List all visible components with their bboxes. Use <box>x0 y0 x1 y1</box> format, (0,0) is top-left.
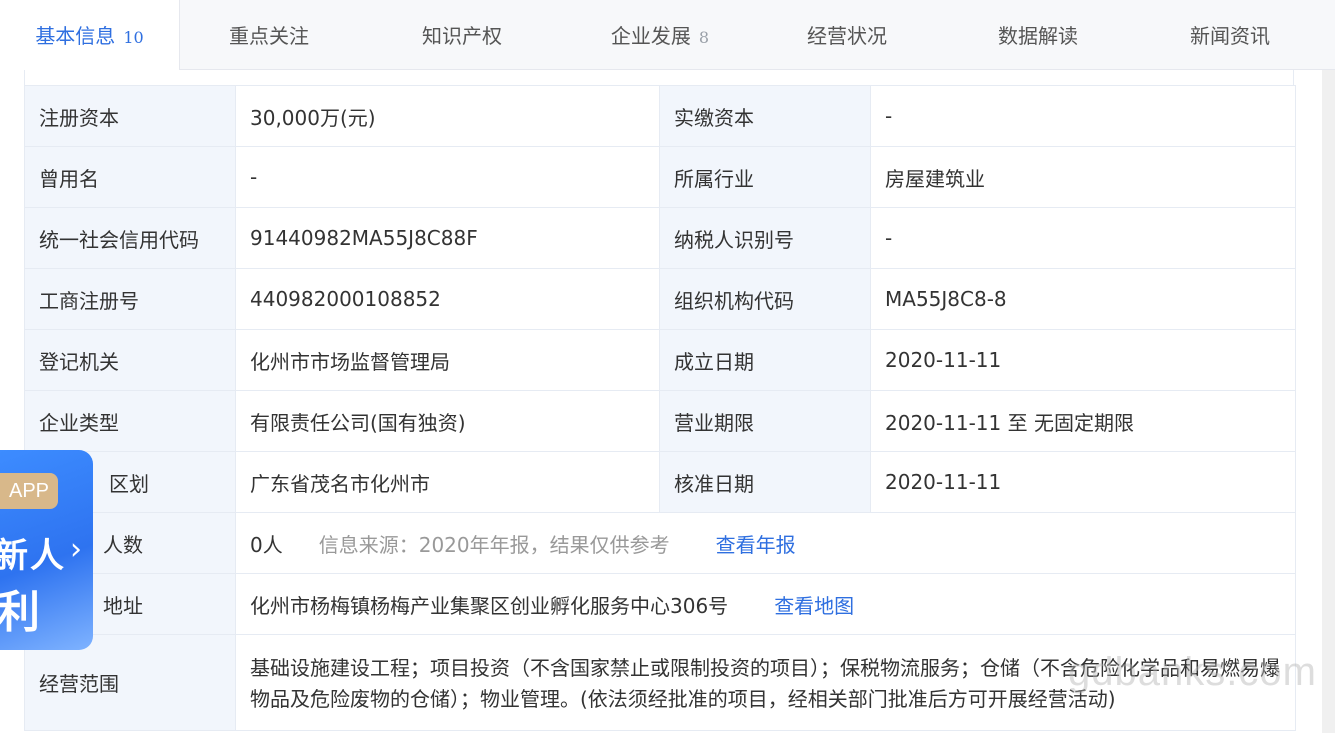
former-name-label: 曾用名 <box>24 146 236 208</box>
table-row: 登记机关 化州市市场监督管理局 成立日期 2020-11-11 <box>24 329 1296 391</box>
approve-value: 2020-11-11 <box>870 451 1296 513</box>
address-cell: 化州市杨梅镇杨梅产业集聚区创业孵化服务中心306号 查看地图 <box>235 573 1296 635</box>
scrollbar[interactable] <box>1322 70 1335 733</box>
table-row: 人数 0人 信息来源：2020年年报，结果仅供参考 查看年报 <box>24 512 1296 574</box>
tab-label: 经营状况 <box>807 24 887 48</box>
table-row: 曾用名 - 所属行业 房屋建筑业 <box>24 146 1296 208</box>
credit-code-value: 91440982MA55J8C88F <box>235 207 660 269</box>
approve-label: 核准日期 <box>659 451 871 513</box>
paid-capital-label: 实缴资本 <box>659 85 871 147</box>
term-value: 2020-11-11 至 无固定期限 <box>870 390 1296 452</box>
tab-intellectual-property[interactable]: 知识产权 <box>367 0 557 70</box>
tab-label: 重点关注 <box>229 24 309 48</box>
table-row: 统一社会信用代码 91440982MA55J8C88F 纳税人识别号 - <box>24 207 1296 269</box>
founded-value: 2020-11-11 <box>870 329 1296 391</box>
tab-label: 企业发展 <box>610 24 691 48</box>
table-row: 区划 广东省茂名市化州市 核准日期 2020-11-11 <box>24 451 1296 513</box>
tab-bar: 基本信息 10 重点关注 知识产权 企业发展 8 经营状况 数据解读 新闻资讯 <box>0 0 1335 71</box>
app-badge: APP <box>0 473 58 509</box>
tab-basic-info[interactable]: 基本信息 10 <box>0 0 180 71</box>
credit-code-label: 统一社会信用代码 <box>24 207 236 269</box>
taxpayer-label: 纳税人识别号 <box>659 207 871 269</box>
type-label: 企业类型 <box>24 390 236 452</box>
tab-label: 知识产权 <box>422 24 502 48</box>
term-label: 营业期限 <box>659 390 871 452</box>
reg-capital-label: 注册资本 <box>24 85 236 147</box>
org-code-value: MA55J8C8-8 <box>870 268 1296 330</box>
staff-cell: 0人 信息来源：2020年年报，结果仅供参考 查看年报 <box>235 512 1296 574</box>
promo-line-2: 利 <box>0 587 40 638</box>
former-name-value: - <box>235 146 660 208</box>
tab-development[interactable]: 企业发展 8 <box>565 0 755 70</box>
biz-reg-label: 工商注册号 <box>24 268 236 330</box>
chevron-right-icon: › <box>70 532 82 567</box>
table-row: 地址 化州市杨梅镇杨梅产业集聚区创业孵化服务中心306号 查看地图 <box>24 573 1296 635</box>
tab-data-analysis[interactable]: 数据解读 <box>943 0 1133 70</box>
address-value: 化州市杨梅镇杨梅产业集聚区创业孵化服务中心306号 <box>250 593 729 618</box>
table-row: 注册资本 30,000万(元) 实缴资本 - <box>24 85 1296 147</box>
reg-capital-value: 30,000万(元) <box>235 85 660 147</box>
region-value: 广东省茂名市化州市 <box>235 451 660 513</box>
table-top-strip <box>24 70 1294 85</box>
tab-count: 8 <box>698 28 710 47</box>
tab-operations[interactable]: 经营状况 <box>752 0 942 70</box>
org-code-label: 组织机构代码 <box>659 268 871 330</box>
app-promo-banner[interactable]: APP 新人 利 › <box>0 450 93 650</box>
staff-source-note: 信息来源：2020年年报，结果仅供参考 <box>318 532 670 557</box>
industry-value: 房屋建筑业 <box>870 146 1296 208</box>
tab-count: 10 <box>123 28 144 47</box>
biz-reg-value: 440982000108852 <box>235 268 660 330</box>
view-map-link[interactable]: 查看地图 <box>774 594 854 618</box>
table-row: 工商注册号 440982000108852 组织机构代码 MA55J8C8-8 <box>24 268 1296 330</box>
taxpayer-value: - <box>870 207 1296 269</box>
authority-value: 化州市市场监督管理局 <box>235 329 660 391</box>
staff-value: 0人 <box>250 532 283 557</box>
tab-label: 基本信息 <box>35 24 116 48</box>
view-annual-report-link[interactable]: 查看年报 <box>716 533 796 557</box>
tab-label: 新闻资讯 <box>1190 24 1270 48</box>
watermark: gdbanks.com <box>1068 650 1317 694</box>
paid-capital-value: - <box>870 85 1296 147</box>
tab-key-focus[interactable]: 重点关注 <box>179 0 359 70</box>
industry-label: 所属行业 <box>659 146 871 208</box>
table-row: 企业类型 有限责任公司(国有独资) 营业期限 2020-11-11 至 无固定期… <box>24 390 1296 452</box>
tab-label: 数据解读 <box>998 24 1078 48</box>
promo-line-1: 新人 <box>0 536 66 576</box>
authority-label: 登记机关 <box>24 329 236 391</box>
type-value: 有限责任公司(国有独资) <box>235 390 660 452</box>
founded-label: 成立日期 <box>659 329 871 391</box>
basic-info-table: 注册资本 30,000万(元) 实缴资本 - 曾用名 - 所属行业 房屋建筑业 … <box>24 85 1296 731</box>
tab-news[interactable]: 新闻资讯 <box>1135 0 1325 70</box>
